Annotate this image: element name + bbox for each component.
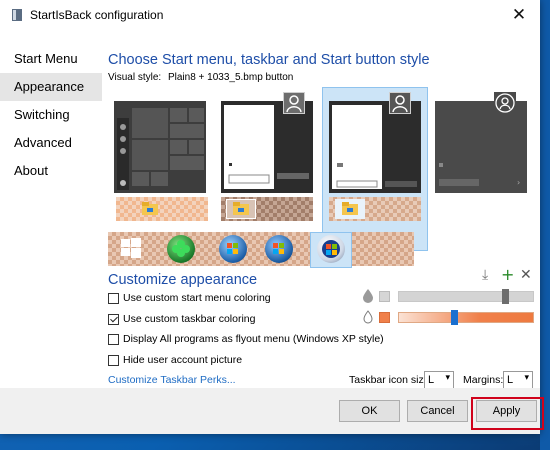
sidebar-item-advanced[interactable]: Advanced: [0, 129, 102, 157]
sidebar-item-start-menu[interactable]: Start Menu: [0, 45, 102, 73]
option-label: Use custom taskbar coloring: [123, 313, 256, 325]
menu-style-preview: [114, 101, 206, 193]
ok-button[interactable]: OK: [339, 400, 400, 422]
icon-size-value: L: [428, 374, 435, 386]
download-icon[interactable]: ⤓: [482, 267, 488, 283]
taskbar-style-3[interactable]: [329, 197, 421, 221]
dialog-footer: OK Cancel Apply: [0, 388, 540, 434]
chevron-down-icon: ▾: [445, 373, 450, 383]
windows-orb-icon[interactable]: [265, 235, 293, 263]
slider-thumb[interactable]: [502, 289, 509, 304]
visual-style-line: Visual style: Plain8 + 1033_5.bmp button: [108, 72, 293, 83]
style-heading: Choose Start menu, taskbar and Start but…: [108, 52, 430, 68]
xp-style-orb-icon[interactable]: [317, 235, 345, 263]
taskbar-style-1[interactable]: [116, 197, 208, 221]
apply-button-highlight: [471, 397, 544, 430]
window-title: StartIsBack configuration: [30, 8, 164, 22]
visual-style-value: Plain8 + 1033_5.bmp button: [167, 72, 294, 83]
checkbox[interactable]: [108, 355, 119, 366]
taskbar-style-2[interactable]: [221, 197, 313, 221]
desktop-edge: [540, 0, 550, 450]
menu-style-preview: [329, 101, 421, 193]
transparency-drop-outline-icon: [363, 310, 373, 324]
menu-style-preview: [221, 101, 313, 193]
cancel-button[interactable]: Cancel: [407, 400, 468, 422]
sidebar-item-appearance[interactable]: Appearance: [0, 73, 102, 101]
avatar: [389, 92, 411, 114]
sidebar-nav: Start Menu Appearance Switching Advanced…: [0, 45, 102, 185]
start-menu-transparency-slider[interactable]: [398, 289, 534, 304]
checkbox[interactable]: [108, 314, 119, 325]
icon-size-label: Taskbar icon size:: [349, 374, 433, 386]
folder-icon: [142, 202, 158, 215]
avatar: [283, 92, 305, 114]
chevron-down-icon: ▾: [524, 373, 529, 383]
checkbox[interactable]: [108, 293, 119, 304]
start-button-styles: [108, 232, 414, 268]
option-label: Use custom start menu coloring: [123, 292, 271, 304]
menu-style-thumbnail-4[interactable]: ›: [435, 101, 527, 193]
option-label: Display All programs as flyout menu (Win…: [123, 333, 384, 345]
folder-icon: [342, 202, 358, 215]
app-icon: [12, 9, 22, 21]
customize-taskbar-perks-link[interactable]: Customize Taskbar Perks...: [108, 374, 236, 386]
svg-text:›: ›: [517, 178, 520, 187]
customize-heading: Customize appearance: [108, 272, 258, 288]
remove-icon[interactable]: ✕: [520, 267, 532, 283]
menu-style-thumbnail-2[interactable]: [221, 101, 313, 193]
icon-size-select[interactable]: L ▾: [424, 371, 454, 389]
taskbar-color-swatch[interactable]: [379, 312, 390, 323]
menu-style-preview: ›: [435, 101, 527, 193]
taskbar-transparency-slider[interactable]: [398, 310, 534, 325]
title-bar: StartIsBack configuration ✕: [0, 0, 540, 30]
folder-icon: [233, 202, 249, 215]
sidebar-item-switching[interactable]: Switching: [0, 101, 102, 129]
margins-select[interactable]: L ▾: [503, 371, 533, 389]
close-icon[interactable]: ✕: [506, 4, 532, 26]
windows10-logo-icon[interactable]: [121, 238, 141, 258]
menu-style-thumbnail-1[interactable]: [114, 101, 206, 193]
sidebar-item-about[interactable]: About: [0, 157, 102, 185]
checkbox[interactable]: [108, 334, 119, 345]
margins-label: Margins:: [463, 374, 504, 386]
config-window: StartIsBack configuration ✕ Start Menu A…: [0, 0, 540, 434]
appearance-panel: Choose Start menu, taskbar and Start but…: [102, 30, 540, 389]
start-menu-color-swatch[interactable]: [379, 291, 390, 302]
visual-style-label: Visual style:: [108, 72, 162, 83]
windows7-orb-icon[interactable]: [219, 235, 247, 263]
transparency-drop-icon: [363, 289, 373, 303]
slider-thumb[interactable]: [451, 310, 458, 325]
menu-style-thumbnail-3[interactable]: [329, 101, 421, 193]
avatar: [494, 92, 516, 114]
option-label: Hide user account picture: [123, 354, 243, 366]
clover-orb-icon[interactable]: [167, 235, 195, 263]
margins-value: L: [507, 374, 514, 386]
add-icon[interactable]: +: [501, 265, 514, 284]
